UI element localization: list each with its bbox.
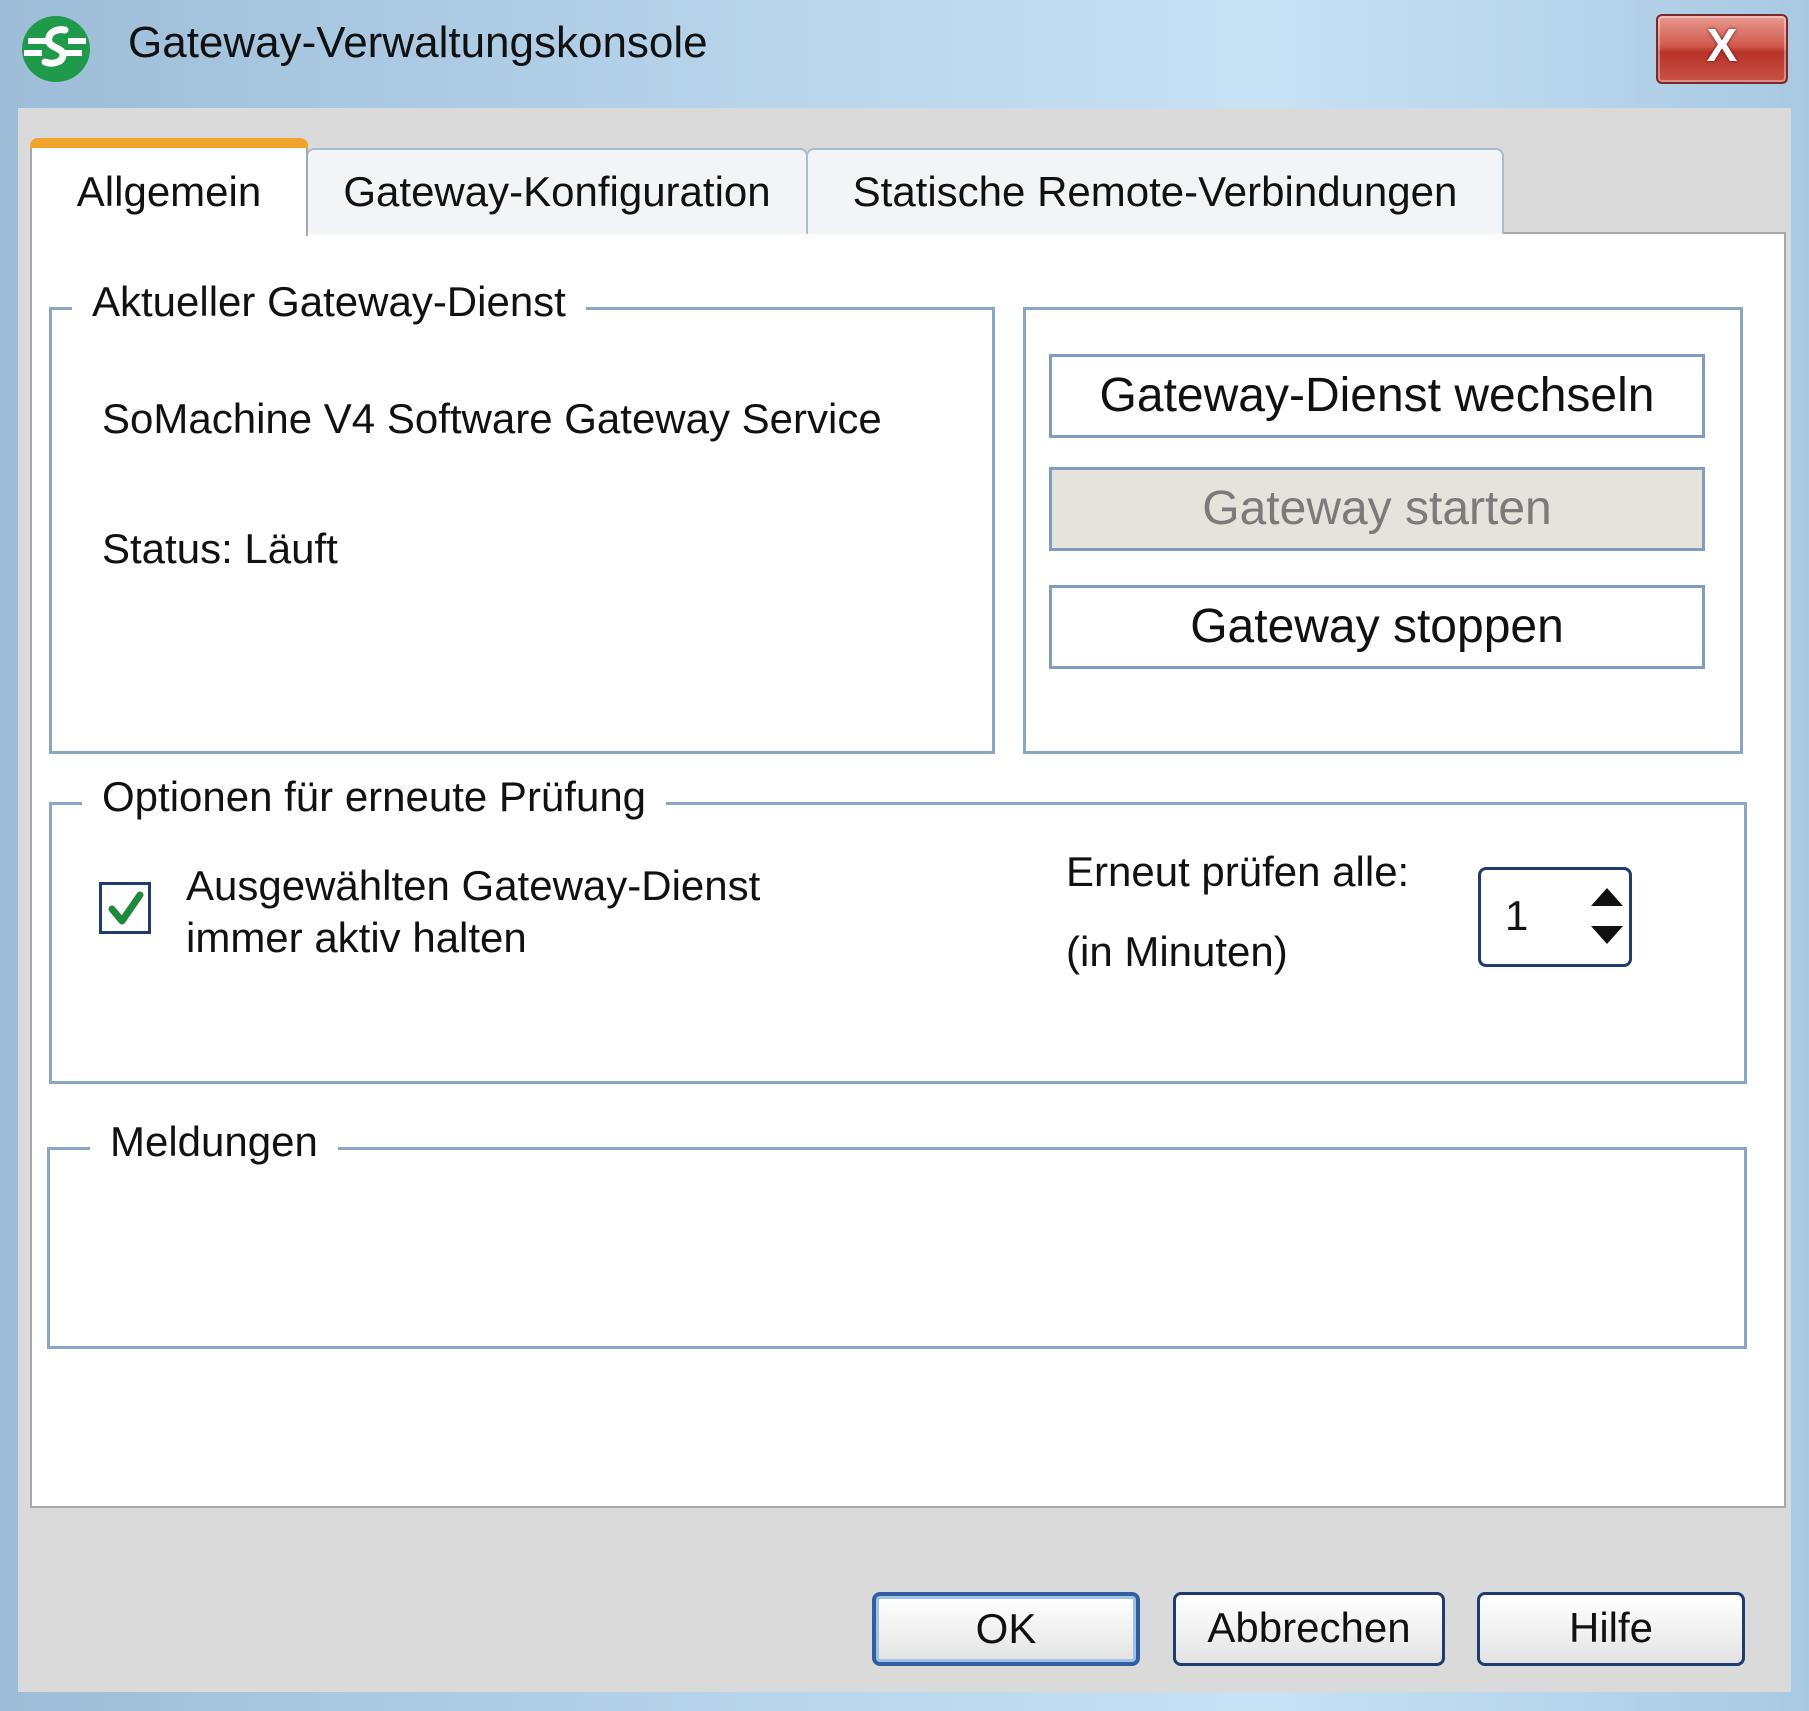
spin-up-icon[interactable]	[1591, 888, 1623, 906]
tab-statische-remote-verbindungen-label: Statische Remote-Verbindungen	[852, 168, 1458, 215]
window-title: Gateway-Verwaltungskonsole	[128, 18, 708, 67]
tab-allgemein-label: Allgemein	[76, 168, 262, 215]
recheck-interval-spinner[interactable]: 1	[1478, 867, 1632, 967]
service-name: SoMachine V4 Software Gateway Service	[102, 395, 882, 442]
current-service-legend: Aktueller Gateway-Dienst	[72, 278, 586, 326]
service-status: Status: Läuft	[102, 525, 338, 572]
keep-active-checkbox[interactable]	[99, 882, 151, 934]
messages-legend: Meldungen	[90, 1118, 338, 1166]
cancel-button[interactable]: Abbrechen	[1173, 1592, 1445, 1666]
keep-active-label-line1: Ausgewählten Gateway-Dienst	[186, 862, 761, 909]
tab-statische-remote-verbindungen[interactable]: Statische Remote-Verbindungen	[806, 148, 1504, 234]
current-service-group: Aktueller Gateway-Dienst SoMachine V4 So…	[49, 278, 995, 754]
ok-button[interactable]: OK	[872, 1592, 1140, 1666]
close-icon: X	[1706, 19, 1738, 71]
close-button[interactable]: X	[1656, 14, 1788, 84]
help-button[interactable]: Hilfe	[1477, 1592, 1745, 1666]
recheck-interval-value: 1	[1505, 892, 1529, 939]
app-logo-icon	[18, 12, 94, 86]
switch-service-button[interactable]: Gateway-Dienst wechseln	[1049, 354, 1705, 438]
start-gateway-button[interactable]: Gateway starten	[1049, 467, 1705, 551]
recheck-interval-label: Erneut prüfen alle:	[1066, 848, 1410, 895]
stop-gateway-button[interactable]: Gateway stoppen	[1049, 585, 1705, 669]
checkmark-icon	[108, 891, 144, 925]
title-bar[interactable]: Gateway-Verwaltungskonsole X	[0, 0, 1809, 108]
tab-gateway-konfiguration[interactable]: Gateway-Konfiguration	[306, 148, 808, 234]
recheck-interval-unit: (in Minuten)	[1066, 928, 1288, 975]
keep-active-label-line2: immer aktiv halten	[186, 914, 527, 961]
tab-gateway-konfiguration-label: Gateway-Konfiguration	[343, 168, 771, 215]
messages-group: Meldungen	[47, 1118, 1747, 1349]
recheck-options-legend: Optionen für erneute Prüfung	[82, 773, 667, 821]
spin-down-icon[interactable]	[1591, 926, 1623, 944]
dialog-window: Gateway-Verwaltungskonsole X Allgemein G…	[0, 0, 1809, 1711]
tab-allgemein[interactable]: Allgemein	[30, 138, 308, 236]
